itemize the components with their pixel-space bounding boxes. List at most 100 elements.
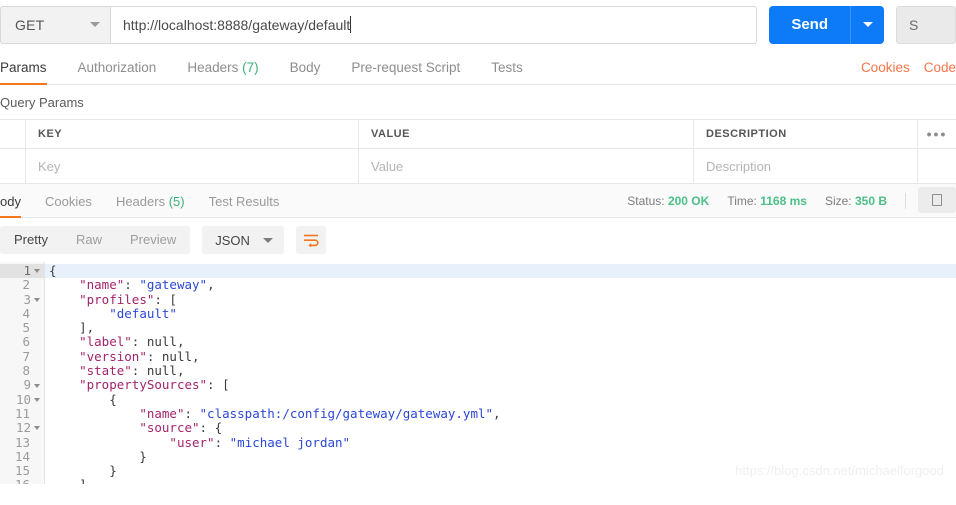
tab-authorization-label: Authorization <box>77 60 157 75</box>
code-line: "profiles": [ <box>45 291 956 307</box>
code-token: "version" <box>79 348 147 364</box>
code-token: null <box>146 363 177 379</box>
chevron-down-icon <box>262 237 273 243</box>
fold-toggle-icon[interactable] <box>34 383 40 388</box>
size-badge: Size: 350 B <box>825 194 887 217</box>
download-response-button[interactable] <box>918 187 956 213</box>
code-token: "propertySources" <box>79 377 208 393</box>
response-tab-body-label: ody <box>0 194 21 209</box>
http-method-select[interactable]: GET <box>0 5 110 44</box>
tab-authorization[interactable]: Authorization <box>78 60 157 84</box>
code-line: "state": null, <box>45 363 956 379</box>
fold-toggle-icon[interactable] <box>34 397 40 402</box>
send-options-button[interactable] <box>850 5 884 44</box>
word-wrap-icon <box>303 234 319 247</box>
code-line: "label": null, <box>45 335 956 349</box>
tab-tests-label: Tests <box>491 60 523 75</box>
row-checkbox-cell[interactable] <box>0 149 26 183</box>
send-button[interactable]: Send <box>769 5 850 44</box>
code-token: , <box>176 334 185 350</box>
line-number: 2 <box>0 277 44 293</box>
line-number-label: 5 <box>22 320 30 336</box>
save-button[interactable]: S <box>896 5 956 44</box>
line-number-label: 2 <box>22 277 30 293</box>
code-token: : <box>214 434 230 450</box>
line-number: 11 <box>0 405 44 421</box>
table-header-row: KEY VALUE DESCRIPTION ••• <box>0 119 956 149</box>
line-number: 9 <box>0 378 44 392</box>
response-tab-cookies[interactable]: Cookies <box>45 194 92 217</box>
fold-toggle-icon[interactable] <box>34 426 40 431</box>
tab-headers[interactable]: Headers (7) <box>187 60 258 84</box>
tab-body[interactable]: Body <box>290 60 321 84</box>
divider <box>905 193 906 209</box>
code-line: ], <box>45 321 956 335</box>
response-tab-test-results-label: Test Results <box>208 194 280 209</box>
line-number: 15 <box>0 463 44 478</box>
line-number-label: 14 <box>14 448 30 464</box>
code-line: { <box>45 263 956 279</box>
response-tab-test-results[interactable]: Test Results <box>209 194 280 217</box>
code-token: : <box>184 405 200 421</box>
select-all-checkbox-cell[interactable] <box>0 120 26 148</box>
language-select[interactable]: JSON <box>202 226 284 254</box>
column-header-value: VALUE <box>359 120 694 148</box>
code-line: ] <box>45 478 956 484</box>
bulk-edit-menu-button[interactable]: ••• <box>918 120 956 148</box>
line-number: 8 <box>0 363 44 378</box>
param-key-input[interactable]: Key <box>26 149 359 183</box>
code-token: : [ <box>154 291 177 307</box>
download-icon <box>932 194 942 206</box>
response-tab-headers[interactable]: Headers (5) <box>116 194 185 217</box>
url-input[interactable]: http://localhost:8888/gateway/default <box>110 5 758 44</box>
view-mode-preview[interactable]: Preview <box>116 226 190 254</box>
code-link[interactable]: Code <box>924 60 956 84</box>
row-actions-cell <box>918 149 956 183</box>
line-number-label: 11 <box>14 405 30 421</box>
code-line: "propertySources": [ <box>45 378 956 392</box>
code-line: } <box>45 448 956 464</box>
table-row: Key Value Description <box>0 149 956 184</box>
tab-params-label: Params <box>0 60 47 75</box>
code-token: : { <box>199 420 223 436</box>
fold-toggle-icon[interactable] <box>34 269 40 274</box>
code-token: "michael jordan" <box>229 434 351 450</box>
tab-headers-count: (7) <box>242 60 259 75</box>
line-number-label: 3 <box>23 291 31 307</box>
code-token: } <box>49 448 147 464</box>
response-tabs-bar: ody Cookies Headers (5) Test Results Sta… <box>0 184 956 218</box>
cookies-link[interactable]: Cookies <box>861 60 910 84</box>
code-token: } <box>49 463 117 479</box>
response-tab-body[interactable]: ody <box>0 194 21 218</box>
tab-tests[interactable]: Tests <box>491 60 523 84</box>
view-mode-raw[interactable]: Raw <box>62 226 116 254</box>
line-number: 6 <box>0 335 44 350</box>
line-number-gutter: 12345678910111213141516 <box>0 262 45 484</box>
view-mode-pretty[interactable]: Pretty <box>0 226 62 254</box>
code-token: { <box>49 263 57 278</box>
param-description-input[interactable]: Description <box>694 149 918 183</box>
word-wrap-button[interactable] <box>295 226 326 254</box>
param-value-input[interactable]: Value <box>359 149 694 183</box>
code-line: "name": "gateway", <box>45 278 956 292</box>
line-number-label: 7 <box>22 348 30 364</box>
response-body-code[interactable]: 12345678910111213141516 { "name": "gatew… <box>0 262 956 484</box>
column-header-key: KEY <box>26 120 359 148</box>
text-cursor <box>350 16 352 33</box>
code-token: "name" <box>79 277 125 293</box>
tab-pre-request-script[interactable]: Pre-request Script <box>351 60 460 84</box>
code-token: "profiles" <box>79 291 155 307</box>
line-number: 4 <box>0 306 44 321</box>
fold-toggle-icon[interactable] <box>34 297 40 302</box>
code-content[interactable]: { "name": "gateway", "profiles": [ "defa… <box>45 262 956 484</box>
tab-params[interactable]: Params <box>0 60 47 85</box>
column-header-description: DESCRIPTION <box>694 120 918 148</box>
